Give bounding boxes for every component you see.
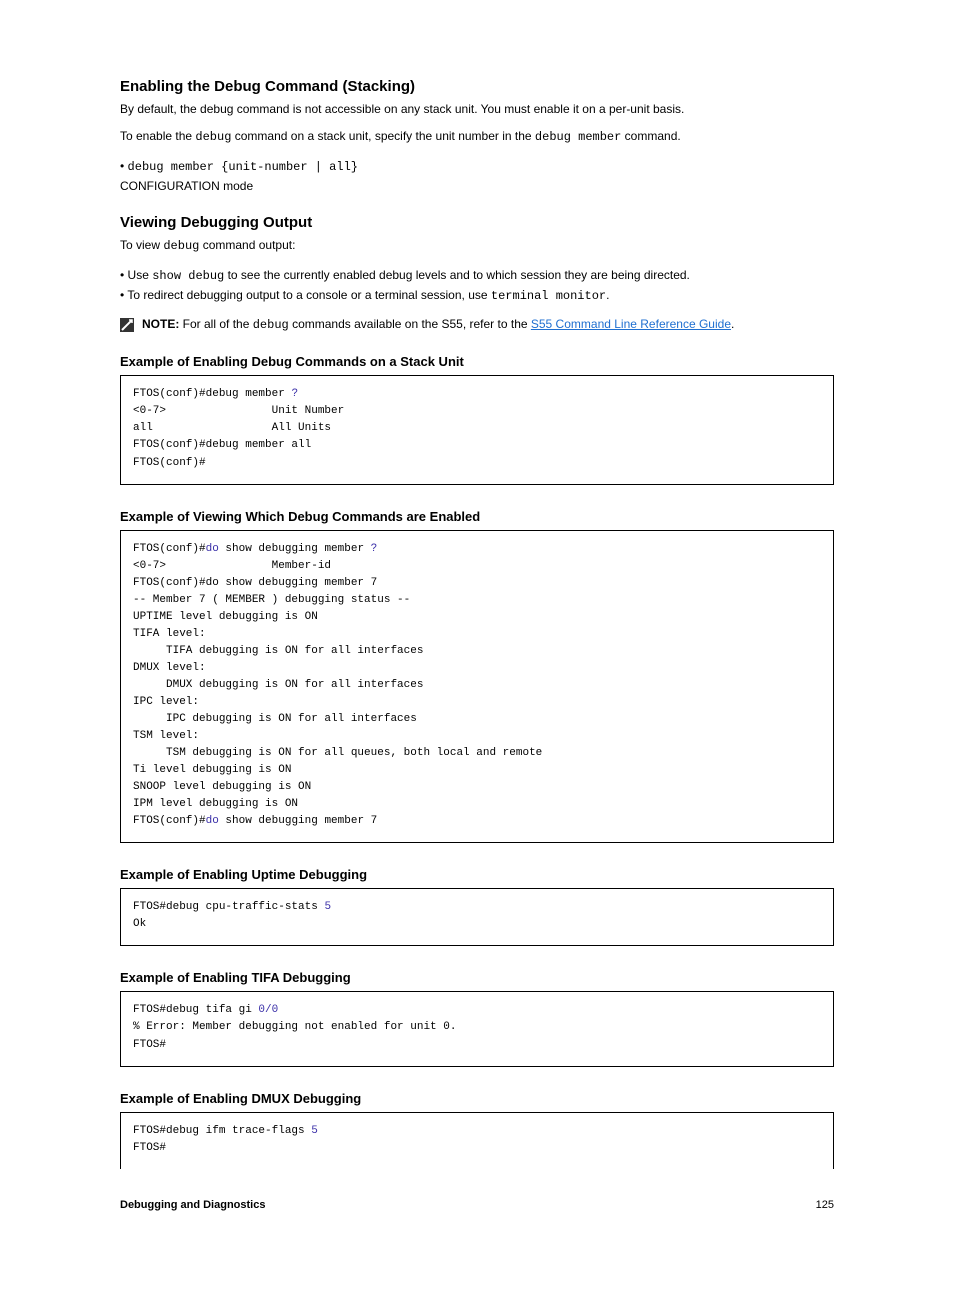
code-line: FTOS(conf)# xyxy=(133,457,206,469)
user-input: 5 xyxy=(324,901,331,913)
code-line: IPC debugging is ON for all interfaces xyxy=(133,713,417,725)
output-paragraph: To view debug command output: xyxy=(120,237,834,255)
command-mode: CONFIGURATION mode xyxy=(120,179,253,193)
example-title-5: Example of Enabling DMUX Debugging xyxy=(120,1091,834,1106)
user-input: 0/0 xyxy=(258,1004,278,1016)
text: . xyxy=(606,288,609,302)
example-title-3: Example of Enabling Uptime Debugging xyxy=(120,867,834,882)
code-line: DMUX debugging is ON for all interfaces xyxy=(133,679,423,691)
code-line: show debugging member xyxy=(219,543,371,555)
text: To enable the xyxy=(120,129,195,143)
code-line: TIFA level: xyxy=(133,628,206,640)
user-input: ? xyxy=(371,543,378,555)
code-line: SNOOP level debugging is ON xyxy=(133,781,311,793)
footer-page-number: 125 xyxy=(816,1199,834,1211)
code-line: IPM level debugging is ON xyxy=(133,798,298,810)
code-line: DMUX level: xyxy=(133,662,206,674)
code-line: FTOS(conf)#debug member all xyxy=(133,439,311,451)
code-line: TIFA debugging is ON for all interfaces xyxy=(133,645,423,657)
text: command on a stack unit, specify the uni… xyxy=(231,129,535,143)
code-line: FTOS# xyxy=(133,1039,166,1051)
note-icon xyxy=(120,318,134,332)
code-line: FTOS(conf)# xyxy=(133,815,206,827)
inline-code: debug xyxy=(163,239,199,253)
inline-code: terminal monitor xyxy=(491,289,606,303)
example-box-3: FTOS#debug cpu-traffic-stats 5 Ok xyxy=(120,888,834,946)
inline-code: debug xyxy=(195,130,231,144)
code-line: FTOS#debug cpu-traffic-stats xyxy=(133,901,324,913)
enable-paragraph-1: By default, the debug command is not acc… xyxy=(120,101,834,118)
note-block: NOTE: For all of the debug commands avai… xyxy=(120,316,834,334)
text: To redirect debugging output to a consol… xyxy=(127,288,491,302)
code-line: IPC level: xyxy=(133,696,199,708)
example-box-4: FTOS#debug tifa gi 0/0 % Error: Member d… xyxy=(120,991,834,1066)
inline-code: debug member xyxy=(535,130,621,144)
example-box-5: FTOS#debug ifm trace-flags 5 FTOS# xyxy=(120,1112,834,1169)
code-line: FTOS# xyxy=(133,1142,166,1154)
page-footer: Debugging and Diagnostics 125 xyxy=(120,1199,834,1211)
code-line: TSM debugging is ON for all queues, both… xyxy=(133,747,542,759)
note-label: NOTE: xyxy=(142,317,179,331)
code-line: show debugging member 7 xyxy=(219,815,377,827)
note-text: NOTE: For all of the debug commands avai… xyxy=(142,316,734,334)
text: command output: xyxy=(199,238,295,252)
enable-command-list: debug member {unit-number | all} CONFIGU… xyxy=(120,157,834,196)
example-title-2: Example of Viewing Which Debug Commands … xyxy=(120,509,834,524)
code-line: FTOS#debug ifm trace-flags xyxy=(133,1125,311,1137)
code-line: UPTIME level debugging is ON xyxy=(133,611,318,623)
enable-paragraph-2: To enable the debug command on a stack u… xyxy=(120,128,834,146)
section-heading-enable: Enabling the Debug Command (Stacking) xyxy=(120,78,834,95)
user-input: ? xyxy=(291,388,298,400)
code-line: FTOS(conf)# xyxy=(133,543,206,555)
code-line: all All Units xyxy=(133,422,331,434)
user-input: do xyxy=(206,543,219,555)
section-heading-output: Viewing Debugging Output xyxy=(120,214,834,231)
user-input: 5 xyxy=(311,1125,318,1137)
code-line: Ti level debugging is ON xyxy=(133,764,291,776)
text: For all of the xyxy=(179,317,252,331)
code-line: FTOS(conf)#debug member xyxy=(133,388,291,400)
text: Use xyxy=(128,268,153,282)
code-line: FTOS#debug tifa gi xyxy=(133,1004,258,1016)
text: To view xyxy=(120,238,163,252)
text: to see the currently enabled debug level… xyxy=(224,268,690,282)
example-box-2: FTOS(conf)#do show debugging member ? <0… xyxy=(120,530,834,844)
code-line: TSM level: xyxy=(133,730,199,742)
code-line: -- Member 7 ( MEMBER ) debugging status … xyxy=(133,594,410,606)
code-line: <0-7> Member-id xyxy=(133,560,331,572)
example-box-1: FTOS(conf)#debug member ? <0-7> Unit Num… xyxy=(120,375,834,484)
inline-code: debug xyxy=(253,318,289,332)
inline-code: show debug xyxy=(152,269,224,283)
command-syntax: debug member {unit-number | all} xyxy=(128,160,358,174)
user-input: do xyxy=(206,815,219,827)
text: command. xyxy=(621,129,680,143)
text: commands available on the S55, refer to … xyxy=(289,317,531,331)
reference-guide-link[interactable]: S55 Command Line Reference Guide xyxy=(531,317,731,331)
code-line: <0-7> Unit Number xyxy=(133,405,344,417)
code-line: Ok xyxy=(133,918,146,930)
output-list: Use show debug to see the currently enab… xyxy=(120,266,834,306)
footer-title: Debugging and Diagnostics xyxy=(120,1199,265,1211)
example-title-1: Example of Enabling Debug Commands on a … xyxy=(120,354,834,369)
code-line: FTOS(conf)#do show debugging member 7 xyxy=(133,577,377,589)
code-line: % Error: Member debugging not enabled fo… xyxy=(133,1021,456,1033)
text: . xyxy=(731,317,734,331)
example-title-4: Example of Enabling TIFA Debugging xyxy=(120,970,834,985)
